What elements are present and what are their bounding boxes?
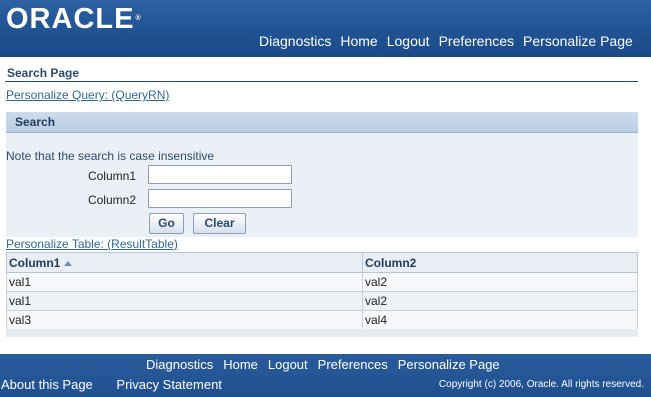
- table-cell: val2: [362, 272, 638, 292]
- column1-label: Column1: [87, 169, 136, 183]
- table-header-row: Column1 Column2: [6, 252, 638, 273]
- oracle-logo: ORACLE®: [6, 3, 142, 35]
- go-button[interactable]: Go: [149, 213, 184, 234]
- footer-bar: Diagnostics Home Logout Preferences Pers…: [0, 354, 651, 397]
- footer-nav: Diagnostics Home Logout Preferences Pers…: [146, 357, 510, 372]
- table-footer: [6, 329, 638, 337]
- privacy-statement-link[interactable]: Privacy Statement: [116, 377, 222, 392]
- table-cell: val3: [6, 310, 363, 330]
- footer-link-home[interactable]: Home: [223, 357, 258, 372]
- global-link-home[interactable]: Home: [340, 33, 377, 49]
- results-table: Column1 Column2 val1 val2 val1 val2 val3…: [6, 252, 638, 330]
- table-cell: val1: [6, 291, 363, 311]
- title-divider: [5, 81, 638, 82]
- global-link-preferences[interactable]: Preferences: [439, 33, 514, 49]
- global-link-diagnostics[interactable]: Diagnostics: [259, 33, 331, 49]
- table-cell: val1: [6, 272, 363, 292]
- global-link-personalize-page[interactable]: Personalize Page: [523, 33, 633, 49]
- table-cell: val4: [362, 310, 638, 330]
- table-row: val3 val4: [6, 310, 638, 330]
- global-nav: Diagnostics Home Logout Preferences Pers…: [259, 33, 642, 49]
- table-row: val1 val2: [6, 272, 638, 292]
- page-title: Search Page: [7, 66, 80, 80]
- page-edge: [638, 57, 651, 354]
- footer-link-logout[interactable]: Logout: [268, 357, 308, 372]
- table-cell: val2: [362, 291, 638, 311]
- footer-info-links: About this Page Privacy Statement: [1, 377, 242, 392]
- column1-header[interactable]: Column1: [6, 252, 363, 273]
- search-note: Note that the search is case insensitive: [6, 149, 215, 163]
- column1-input[interactable]: [148, 165, 292, 184]
- footer-link-preferences[interactable]: Preferences: [318, 357, 388, 372]
- table-row: val1 val2: [6, 291, 638, 311]
- global-link-logout[interactable]: Logout: [387, 33, 430, 49]
- footer-link-personalize-page[interactable]: Personalize Page: [398, 357, 500, 372]
- search-header: Search: [6, 112, 638, 133]
- column2-header[interactable]: Column2: [362, 252, 638, 273]
- copyright-text: Copyright (c) 2006, Oracle. All rights r…: [438, 379, 644, 390]
- personalize-table-link[interactable]: Personalize Table: (ResultTable): [6, 237, 178, 251]
- search-header-title: Search: [15, 115, 56, 129]
- personalize-query-link[interactable]: Personalize Query: (QueryRN): [6, 88, 169, 102]
- footer-link-diagnostics[interactable]: Diagnostics: [146, 357, 213, 372]
- about-page-link[interactable]: About this Page: [1, 377, 93, 392]
- sort-ascending-icon[interactable]: [64, 260, 73, 266]
- column2-label: Column2: [87, 193, 136, 207]
- header-bar: ORACLE® Diagnostics Home Logout Preferen…: [0, 0, 651, 57]
- column2-input[interactable]: [148, 189, 292, 208]
- clear-button[interactable]: Clear: [193, 213, 246, 234]
